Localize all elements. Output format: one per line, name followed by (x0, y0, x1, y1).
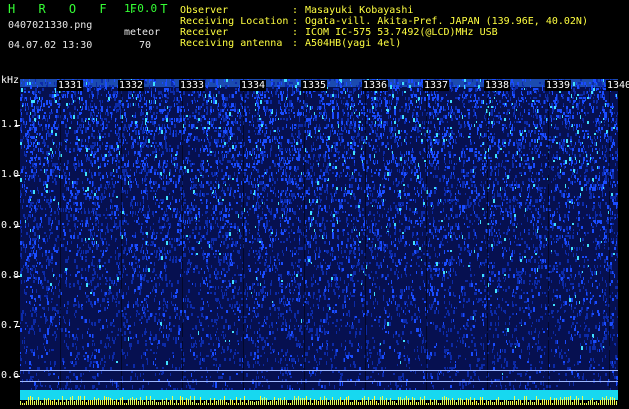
time-tick-label: 1332 (118, 80, 144, 91)
minute-gridline (182, 79, 183, 392)
time-tick-label: 1333 (179, 80, 205, 91)
spectrogram-svg (20, 79, 618, 392)
minute-gridline (487, 79, 488, 392)
time-tick-label: 1336 (362, 80, 388, 91)
time-tick-label: 1334 (240, 80, 266, 91)
y-tick (15, 226, 20, 227)
y-tick (15, 326, 20, 327)
file-name: 0407021330.png (8, 20, 92, 32)
y-tick (15, 276, 20, 277)
field-sep: : (292, 38, 298, 50)
minute-gridline (60, 79, 61, 392)
time-tick-label: 1338 (484, 80, 510, 91)
minute-gridline (304, 79, 305, 392)
time-tick-label: 1331 (57, 80, 83, 91)
count: 70 (139, 40, 151, 52)
minute-gridline (426, 79, 427, 392)
mode-label: meteor (124, 27, 160, 39)
minute-gridline (609, 79, 610, 392)
time-tick-label: 1340 (606, 80, 629, 91)
reference-line (20, 370, 618, 371)
minute-gridline (121, 79, 122, 392)
y-tick (15, 125, 20, 126)
app-version: 1.0.0 (124, 2, 157, 15)
spectrogram-area (20, 79, 618, 392)
field-value-antenna: A504HB(yagi 4el) (305, 38, 401, 50)
reference-line (20, 381, 618, 382)
time-tick-label: 1339 (545, 80, 571, 91)
y-tick (15, 376, 20, 377)
minute-gridline (548, 79, 549, 392)
y-unit-label: kHz (1, 76, 19, 86)
minute-gridline (365, 79, 366, 392)
field-label-antenna: Receiving antenna (180, 38, 282, 50)
y-tick (15, 175, 20, 176)
header-panel: H R O F F T 1.0.0 0407021330.png meteor … (0, 0, 629, 78)
time-tick-label: 1335 (301, 80, 327, 91)
minute-gridline (243, 79, 244, 392)
signal-strength-bar (20, 390, 618, 400)
datetime: 04.07.02 13:30 (8, 40, 92, 52)
time-tick-label: 1337 (423, 80, 449, 91)
